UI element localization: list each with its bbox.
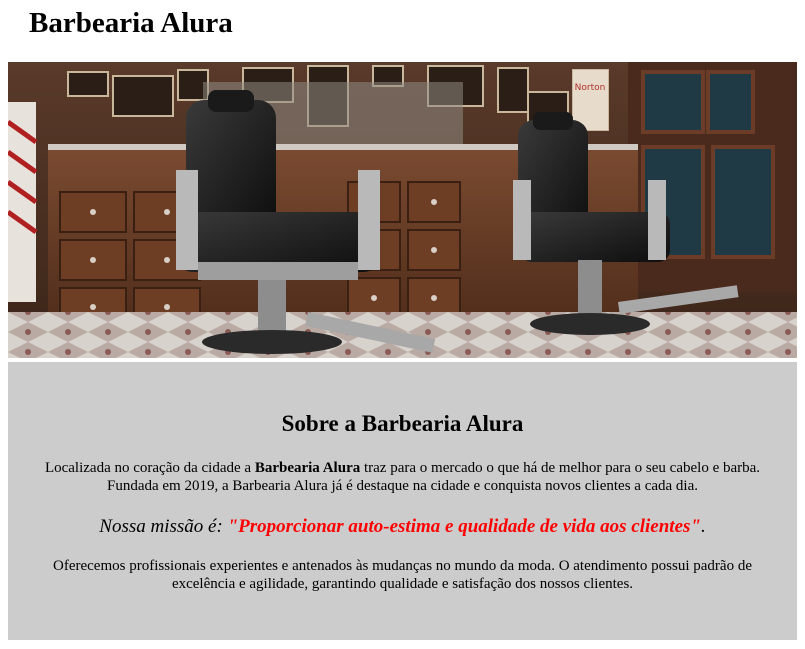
mission-quote: "Proporcionar auto-estima e qualidade de… <box>227 516 701 537</box>
intro-brand-name: Barbearia Alura <box>254 460 361 476</box>
mission-label: Nossa missão é: <box>99 516 228 537</box>
mission-end: . <box>700 516 706 537</box>
hero-image: Norton <box>8 62 797 358</box>
services-paragraph: Oferecemos profissionais experientes e a… <box>53 558 752 592</box>
barbershop-photo: Norton <box>8 62 797 358</box>
about-section: Sobre a Barbearia Alura Localizada no co… <box>8 362 797 640</box>
svg-text:Norton: Norton <box>575 83 606 93</box>
about-heading: Sobre a Barbearia Alura <box>281 411 524 436</box>
intro-paragraph: Localizada no coração da cidade a Barbea… <box>36 459 769 495</box>
site-title: Barbearia Alura <box>29 7 233 39</box>
mission-statement: Nossa missão é: "Proporcionar auto-estim… <box>8 515 797 539</box>
intro-text-before: Localizada no coração da cidade a <box>44 460 255 476</box>
